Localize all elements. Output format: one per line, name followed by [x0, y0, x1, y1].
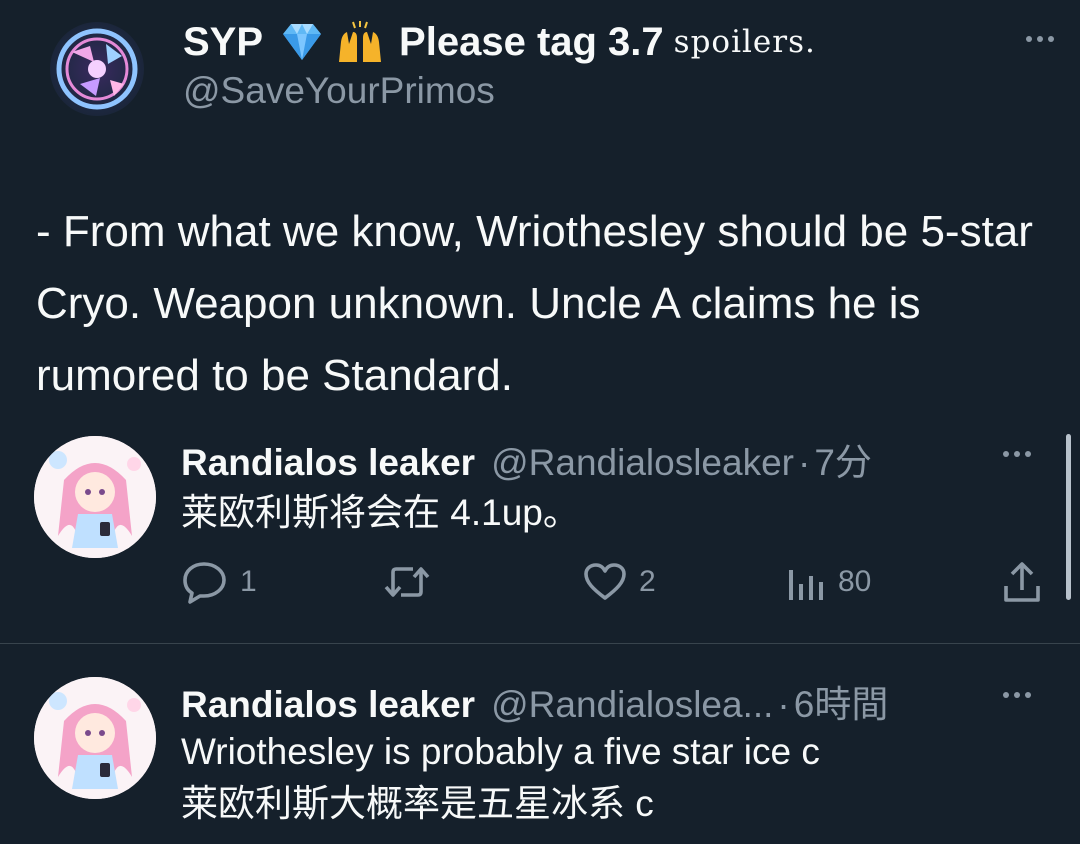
reply-1-handle[interactable]: @Randialosleaker [491, 442, 794, 484]
reply-1-like-button[interactable]: 2 [583, 562, 656, 602]
top-post-display-name: SYP [183, 19, 264, 64]
reply-1-retweet-button[interactable] [383, 562, 443, 602]
top-post-name-suffix: Please tag 3.7 [399, 19, 664, 64]
reply-1-more-icon[interactable] [1003, 451, 1031, 457]
reply-1-views-button[interactable]: 80 [786, 562, 871, 602]
reply-1-time[interactable]: 7分 [814, 432, 872, 486]
reply-1-view-count: 80 [838, 565, 872, 598]
retweet-icon [384, 567, 430, 597]
reply-1-reply-button[interactable]: 1 [182, 560, 257, 604]
top-post-handle[interactable]: @SaveYourPrimos [183, 70, 495, 112]
share-icon [1004, 562, 1040, 602]
top-post-avatar[interactable] [50, 22, 144, 116]
reply-2-handle[interactable]: @Randialoslea... [491, 684, 773, 726]
scrollbar-thumb[interactable] [1066, 434, 1071, 600]
reply-2-avatar[interactable] [34, 677, 156, 799]
reply-2-more-icon[interactable] [1003, 692, 1031, 698]
raising-hands-emoji [335, 20, 385, 64]
reply-2-name[interactable]: Randialos leaker [181, 684, 475, 726]
top-post-name-row[interactable]: SYP Please tag 3.7 spoilers. [183, 16, 816, 68]
heart-icon [584, 563, 626, 600]
reply-2-separator: · [777, 684, 790, 725]
reply-1-separator: · [797, 442, 811, 483]
reply-1-text: 莱欧利斯将会在 4.1up。 [181, 492, 580, 533]
top-post-name-spoilers: spoilers. [673, 24, 816, 60]
reply-2-time[interactable]: 6時間 [794, 674, 889, 728]
reply-1-header: Randialos leaker @Randialosleaker · 7分 [181, 432, 872, 486]
reply-2-text-line-1: Wriothesley is probably a five star ice … [181, 731, 820, 772]
views-bar-chart-icon [789, 570, 823, 600]
reply-icon [183, 562, 226, 604]
reply-1-reply-count: 1 [240, 565, 257, 598]
reply-2-header: Randialos leaker @Randialoslea... · 6時間 [181, 674, 888, 728]
reply-divider [0, 643, 1080, 644]
reply-1-share-button[interactable] [1002, 560, 1042, 604]
reply-1-like-count: 2 [639, 565, 656, 598]
top-post-more-icon[interactable] [1026, 36, 1054, 42]
reply-1-avatar[interactable] [34, 436, 156, 558]
reply-1-name[interactable]: Randialos leaker [181, 442, 475, 484]
top-post-body: - From what we know, Wriothesley should … [36, 207, 1033, 400]
reply-2-text-line-2: 莱欧利斯大概率是五星冰系 c [181, 783, 654, 824]
gem-emoji [277, 20, 327, 64]
